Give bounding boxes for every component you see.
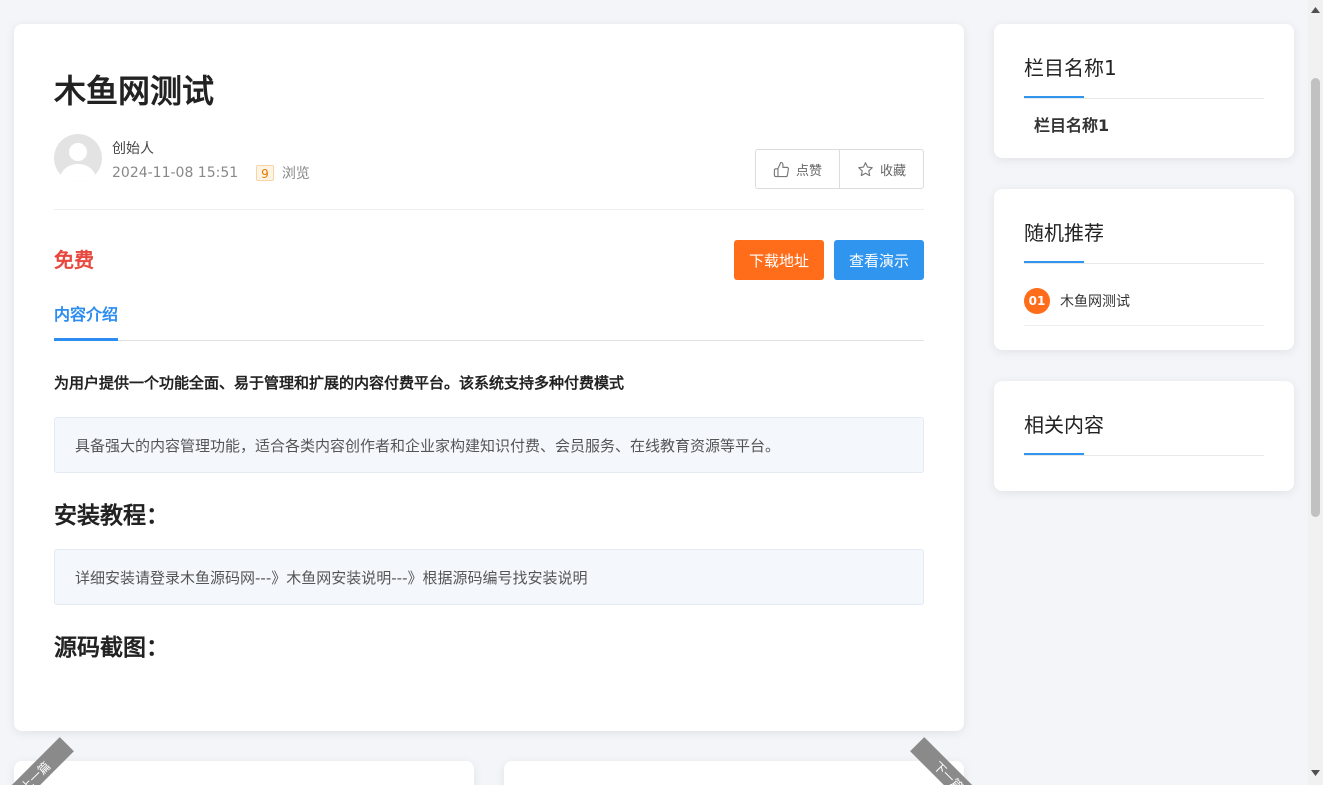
intro-quote-text: 具备强大的内容管理功能，适合各类内容创作者和企业家构建知识付费、会员服务、在线教… [75,436,781,455]
article-lead: 为用户提供一个功能全面、易于管理和扩展的内容付费平台。该系统支持多种付费模式 [54,374,625,392]
sidebar-category-card: 栏目名称1 栏目名称1 [994,24,1294,158]
tab-bar-line [54,340,924,341]
meta-divider [54,209,924,210]
prev-article-card[interactable] [14,761,474,785]
article-title: 木鱼网测试 [54,72,215,110]
scroll-up-arrow-icon[interactable] [1311,5,1320,15]
like-button[interactable]: 点赞 [756,150,839,188]
sidebar-related-title: 相关内容 [1024,413,1104,437]
download-button[interactable]: 下载地址 [734,240,824,280]
sidebar-random-line [1024,263,1264,264]
article-meta: 2024-11-08 15:51 9 浏览 [112,163,310,183]
scrollbar-thumb[interactable] [1311,78,1320,517]
recommend-item-divider [1024,325,1264,326]
active-tab-indicator [54,338,118,341]
intro-quote: 具备强大的内容管理功能，适合各类内容创作者和企业家构建知识付费、会员服务、在线教… [54,417,924,473]
install-quote: 详细安装请登录木鱼源码网---》木鱼网安装说明---》根据源码编号找安装说明 [54,549,924,605]
author-name[interactable]: 创始人 [112,138,154,158]
sidebar-related-accent [1024,453,1084,455]
sidebar-category-title: 栏目名称1 [1024,56,1117,80]
tab-content-intro[interactable]: 内容介绍 [54,301,118,325]
install-quote-text: 详细安装请登录木鱼源码网---》木鱼网安装说明---》根据源码编号找安装说明 [75,568,588,587]
sidebar-category-item[interactable]: 栏目名称1 [1034,112,1109,136]
article-actions: 点赞 收藏 [755,149,924,189]
sidebar-category-line [1024,98,1264,99]
star-icon [858,161,873,176]
sidebar-related-line [1024,455,1264,456]
sidebar-related-card: 相关内容 [994,381,1294,491]
sidebar-category-accent [1024,96,1084,98]
article-card: 木鱼网测试 创始人 2024-11-08 15:51 9 浏览 点赞 收藏 免费… [14,24,964,731]
like-label: 点赞 [795,163,822,179]
heading-install: 安装教程： [54,503,169,529]
favorite-button[interactable]: 收藏 [839,150,923,188]
recommend-item-title[interactable]: 木鱼网测试 [1060,291,1130,311]
heading-screenshots: 源码截图： [54,635,169,661]
avatar-head-shape [69,143,87,161]
next-article-card[interactable] [504,761,964,785]
price-label: 免费 [54,248,94,272]
sidebar-random-card: 随机推荐 01 木鱼网测试 [994,189,1294,350]
publish-date: 2024-11-08 15:51 [112,165,239,181]
views-label: 浏览 [281,166,310,182]
rank-badge: 01 [1024,288,1050,314]
sidebar-random-accent [1024,261,1084,263]
thumbs-up-icon [773,161,789,177]
author-avatar[interactable] [54,134,102,182]
scroll-down-arrow-icon[interactable] [1311,768,1320,778]
views-count-badge: 9 [256,165,274,181]
favorite-label: 收藏 [879,163,906,179]
avatar-body-shape [60,164,96,182]
demo-button[interactable]: 查看演示 [834,240,924,280]
sidebar-random-title: 随机推荐 [1024,221,1104,245]
